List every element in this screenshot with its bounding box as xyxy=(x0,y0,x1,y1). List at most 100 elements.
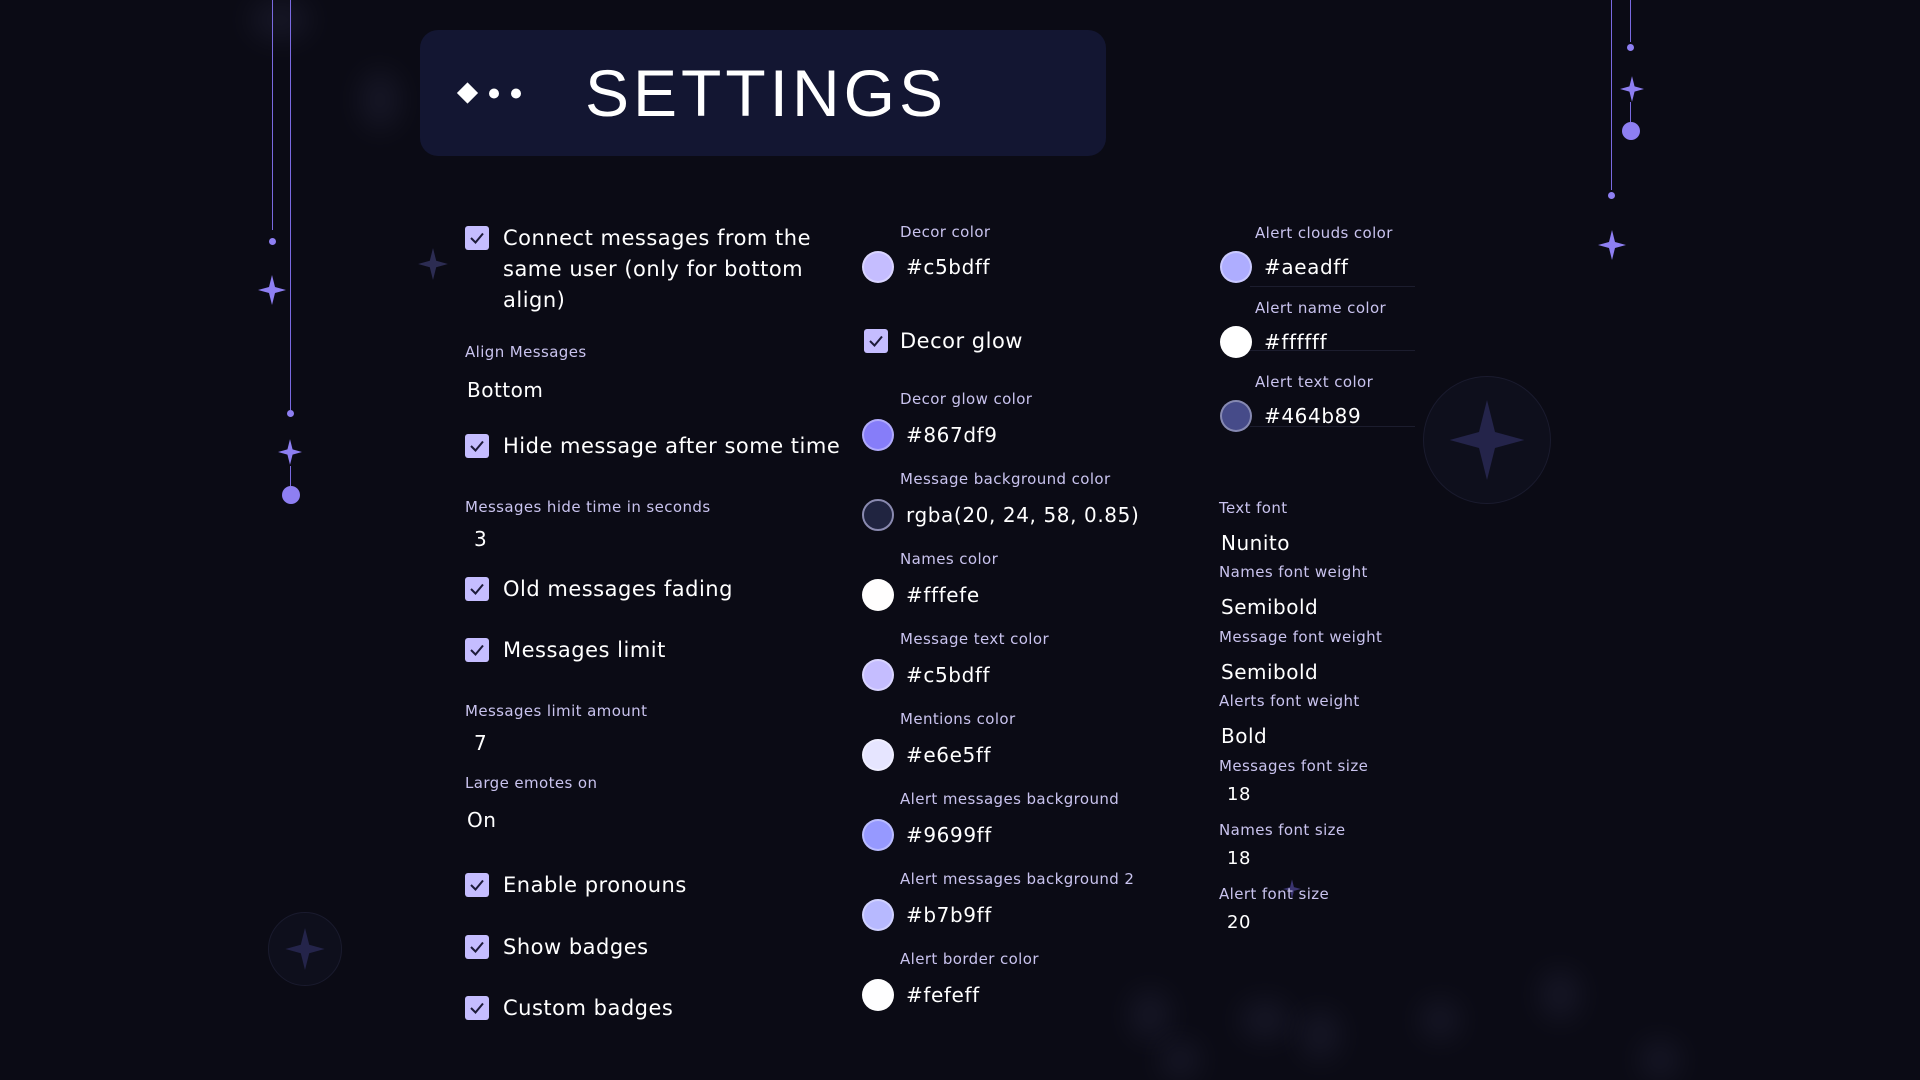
color-value: #c5bdff xyxy=(906,255,991,279)
color-swatch[interactable] xyxy=(862,579,894,611)
color-swatch[interactable] xyxy=(1220,326,1252,358)
connect-messages-checkbox[interactable]: Connect messages from the same user (onl… xyxy=(465,223,845,316)
color-swatch[interactable] xyxy=(1220,251,1252,283)
alert-name-color-picker[interactable]: #ffffff xyxy=(1220,326,1327,358)
color-swatch[interactable] xyxy=(862,739,894,771)
names-color-label: Names color xyxy=(900,550,999,568)
color-swatch[interactable] xyxy=(862,979,894,1011)
color-swatch[interactable] xyxy=(862,899,894,931)
alert-bg2-color-label: Alert messages background 2 xyxy=(900,870,1135,888)
sparkle-icon xyxy=(418,248,448,280)
hide-message-checkbox[interactable]: Hide message after some time xyxy=(465,431,840,462)
sparkle-icon xyxy=(278,439,302,465)
color-value: #c5bdff xyxy=(906,663,991,687)
color-swatch[interactable] xyxy=(1220,400,1252,432)
alert-bg2-color-picker[interactable]: #b7b9ff xyxy=(862,899,992,931)
dot-icon xyxy=(511,88,521,98)
text-font-select[interactable]: Nunito xyxy=(1221,531,1290,555)
checkmark-icon[interactable] xyxy=(465,935,489,959)
header-decor xyxy=(456,82,521,104)
sparkle-icon xyxy=(1449,400,1525,480)
old-messages-fading-checkbox[interactable]: Old messages fading xyxy=(465,574,733,605)
alert-size-label: Alert font size xyxy=(1219,885,1330,903)
large-emotes-select[interactable]: On xyxy=(467,808,496,832)
settings-header: SETTINGS xyxy=(420,30,1106,156)
large-emotes-label: Large emotes on xyxy=(465,774,598,792)
alerts-weight-label: Alerts font weight xyxy=(1219,692,1360,710)
enable-pronouns-checkbox[interactable]: Enable pronouns xyxy=(465,870,687,901)
msg-bg-color-picker[interactable]: rgba(20, 24, 58, 0.85) xyxy=(862,499,1139,531)
decor-glow-color-picker[interactable]: #867df9 xyxy=(862,419,998,451)
color-swatch[interactable] xyxy=(862,499,894,531)
msg-size-label: Messages font size xyxy=(1219,757,1369,775)
limit-amount-input[interactable]: 7 xyxy=(474,731,487,755)
alert-clouds-color-label: Alert clouds color xyxy=(1255,224,1393,242)
bead xyxy=(282,486,300,504)
text-font-label: Text font xyxy=(1219,499,1288,517)
alert-clouds-color-picker[interactable]: #aeadff xyxy=(1220,251,1349,283)
mentions-color-label: Mentions color xyxy=(900,710,1016,728)
alert-text-color-picker[interactable]: #464b89 xyxy=(1220,400,1361,432)
checkbox-label: Messages limit xyxy=(503,638,666,662)
mentions-color-picker[interactable]: #e6e5ff xyxy=(862,739,991,771)
align-messages-label: Align Messages xyxy=(465,343,587,361)
msg-text-color-picker[interactable]: #c5bdff xyxy=(862,659,990,691)
checkbox-label: Enable pronouns xyxy=(503,873,687,897)
color-value: #fffefe xyxy=(906,583,980,607)
messages-limit-checkbox[interactable]: Messages limit xyxy=(465,635,666,666)
color-swatch[interactable] xyxy=(862,251,894,283)
alert-name-color-label: Alert name color xyxy=(1255,299,1387,317)
msg-size-input[interactable]: 18 xyxy=(1227,784,1251,805)
color-value: #fefeff xyxy=(906,983,980,1007)
divider xyxy=(1250,350,1415,351)
hide-time-input[interactable]: 3 xyxy=(474,527,487,551)
names-size-label: Names font size xyxy=(1219,821,1346,839)
sparkle-icon xyxy=(1598,230,1626,260)
alert-size-input[interactable]: 20 xyxy=(1227,912,1251,933)
diamond-icon xyxy=(456,82,479,104)
checkmark-icon[interactable] xyxy=(465,434,489,458)
color-swatch[interactable] xyxy=(862,659,894,691)
hanging-line xyxy=(1630,0,1631,42)
color-value: rgba(20, 24, 58, 0.85) xyxy=(906,503,1140,527)
show-badges-checkbox[interactable]: Show badges xyxy=(465,932,649,963)
alert-bg-color-picker[interactable]: #9699ff xyxy=(862,819,992,851)
msg-weight-select[interactable]: Semibold xyxy=(1221,660,1318,684)
checkmark-icon[interactable] xyxy=(864,329,888,353)
alerts-weight-select[interactable]: Bold xyxy=(1221,724,1267,748)
decor-glow-color-label: Decor glow color xyxy=(900,390,1033,408)
color-swatch[interactable] xyxy=(862,419,894,451)
hanging-line xyxy=(290,466,291,486)
align-messages-select[interactable]: Bottom xyxy=(467,378,543,402)
hanging-line xyxy=(272,0,273,230)
checkmark-icon[interactable] xyxy=(465,577,489,601)
divider xyxy=(1250,286,1415,287)
checkmark-icon[interactable] xyxy=(465,996,489,1020)
checkmark-icon[interactable] xyxy=(465,226,489,250)
names-weight-select[interactable]: Semibold xyxy=(1221,595,1318,619)
decor-glow-checkbox[interactable]: Decor glow xyxy=(864,326,1023,357)
checkbox-label: Hide message after some time xyxy=(503,434,841,458)
decor-color-picker[interactable]: #c5bdff xyxy=(862,251,990,283)
hanging-line xyxy=(1611,0,1612,190)
names-color-picker[interactable]: #fffefe xyxy=(862,579,980,611)
color-value: #b7b9ff xyxy=(906,903,992,927)
names-weight-label: Names font weight xyxy=(1219,563,1368,581)
divider xyxy=(1250,426,1415,427)
msg-weight-label: Message font weight xyxy=(1219,628,1383,646)
names-size-input[interactable]: 18 xyxy=(1227,848,1251,869)
msg-text-color-label: Message text color xyxy=(900,630,1050,648)
bead xyxy=(1627,44,1634,51)
color-swatch[interactable] xyxy=(862,819,894,851)
color-value: #867df9 xyxy=(906,423,998,447)
checkmark-icon[interactable] xyxy=(465,638,489,662)
dot-icon xyxy=(489,88,499,98)
alert-border-color-picker[interactable]: #fefeff xyxy=(862,979,980,1011)
alert-bg-color-label: Alert messages background xyxy=(900,790,1120,808)
custom-badges-checkbox[interactable]: Custom badges xyxy=(465,993,673,1024)
color-value: #aeadff xyxy=(1264,255,1349,279)
hanging-line xyxy=(1630,102,1631,122)
checkmark-icon[interactable] xyxy=(465,873,489,897)
alert-text-color-label: Alert text color xyxy=(1255,373,1374,391)
limit-amount-label: Messages limit amount xyxy=(465,702,648,720)
